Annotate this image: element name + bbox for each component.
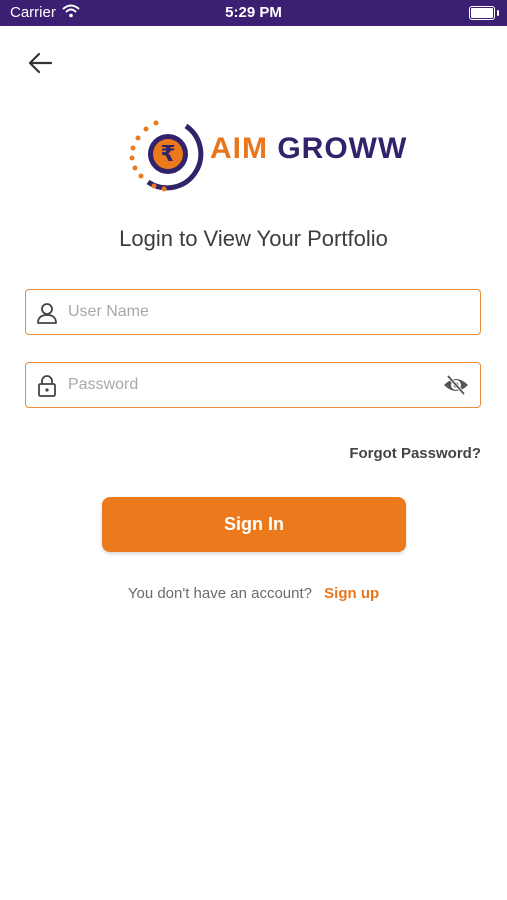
username-field[interactable] <box>25 289 481 335</box>
signup-question: You don't have an account? <box>127 585 312 602</box>
toggle-password-visibility[interactable] <box>442 373 470 397</box>
back-button[interactable] <box>26 48 56 78</box>
back-arrow-icon <box>28 52 53 74</box>
signup-link[interactable]: Sign up <box>324 585 379 602</box>
brand-name: AIM GROWW <box>210 132 407 166</box>
brand-word-groww: GROWW <box>277 132 408 165</box>
sign-in-button[interactable]: Sign In <box>102 497 406 552</box>
status-bar: Carrier 5:29 PM <box>0 0 507 26</box>
app-logo: ₹ AIM GROWW <box>128 116 406 192</box>
forgot-password-link[interactable]: Forgot Password? <box>349 445 481 462</box>
password-input[interactable] <box>68 370 438 400</box>
svg-text:₹: ₹ <box>160 142 175 167</box>
signup-row: You don't have an account? Sign up <box>0 585 507 602</box>
status-time: 5:29 PM <box>225 4 282 21</box>
page-title: Login to View Your Portfolio <box>119 226 388 251</box>
brand-word-aim: AIM <box>210 132 268 165</box>
eye-off-icon <box>444 374 468 396</box>
lock-icon <box>38 375 56 397</box>
password-field[interactable] <box>25 362 481 408</box>
username-input[interactable] <box>68 297 438 327</box>
rupee-icon: ₹ <box>129 120 204 192</box>
user-icon <box>37 303 57 324</box>
battery-icon <box>469 6 499 20</box>
